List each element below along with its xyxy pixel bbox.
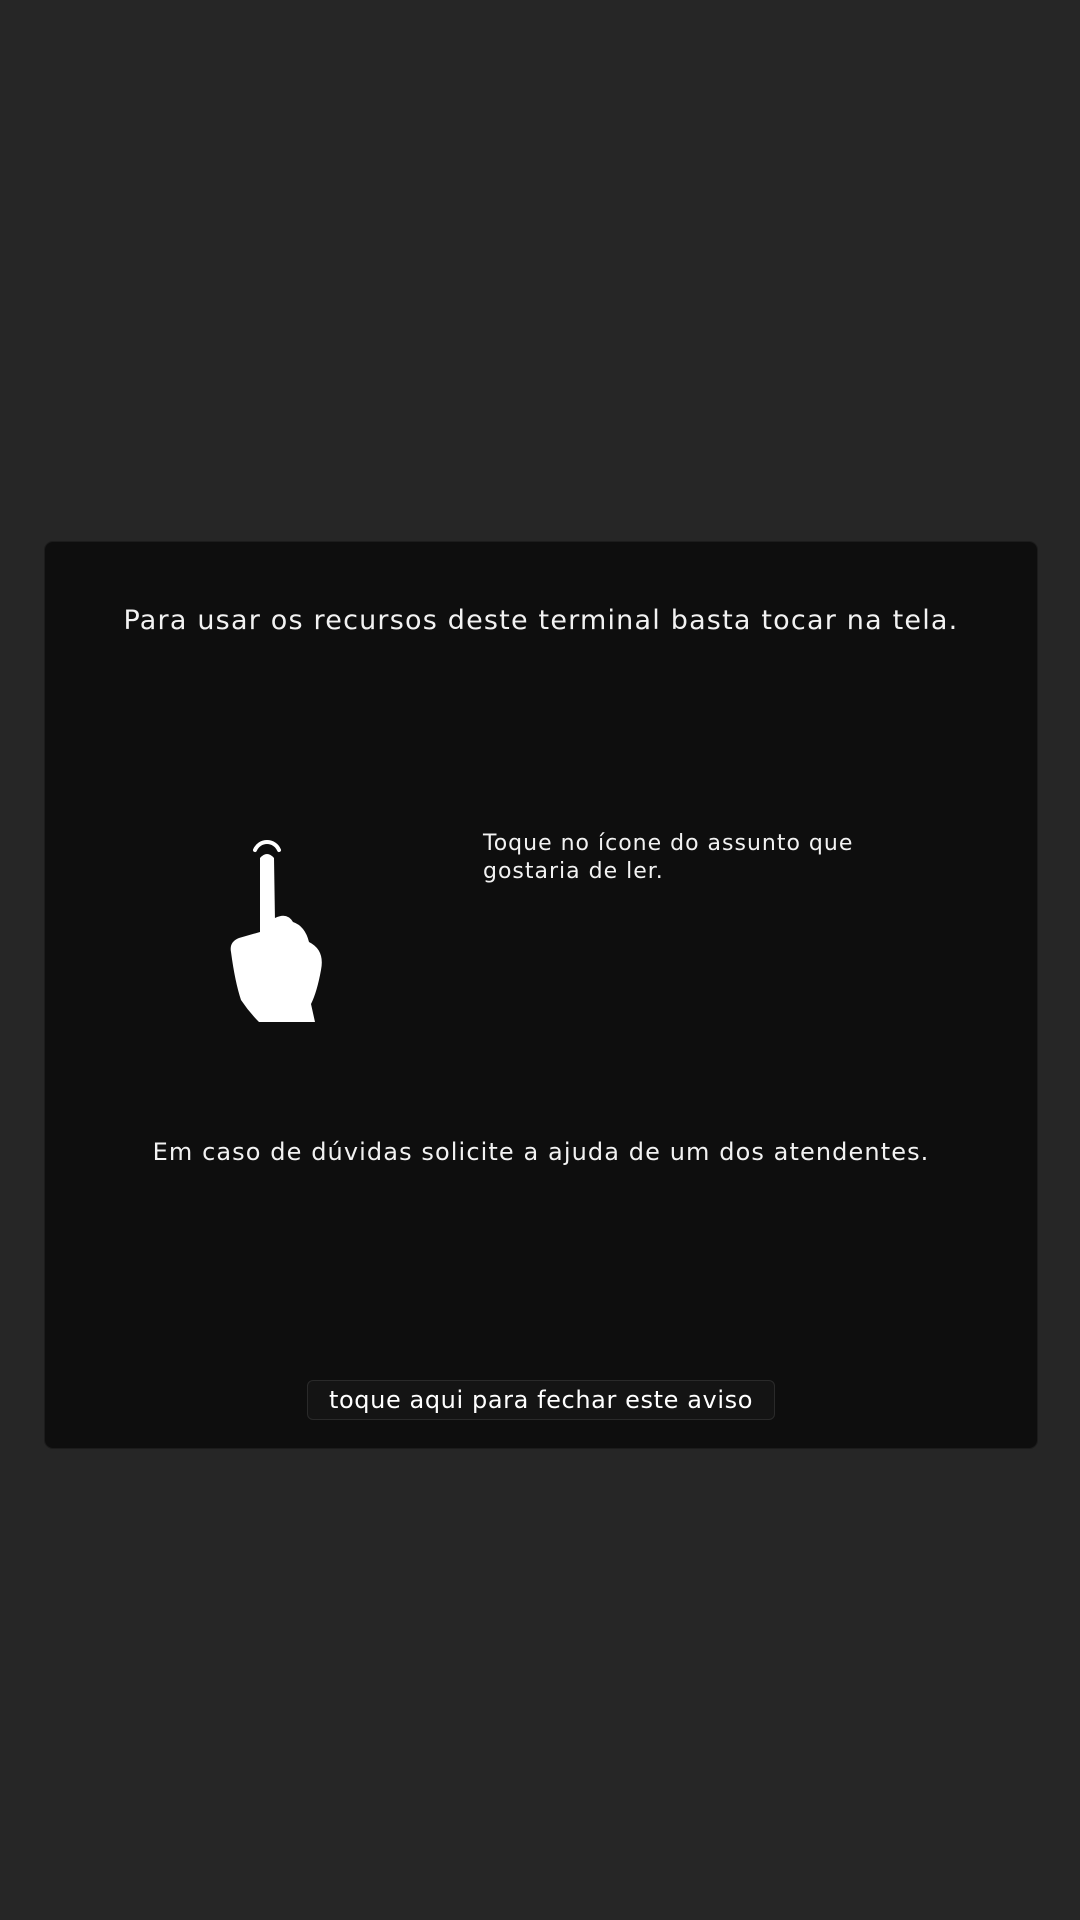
close-notice-button[interactable]: toque aqui para fechar este aviso <box>307 1380 775 1420</box>
tap-hand-icon <box>230 840 322 1022</box>
dialog-title: Para usar os recursos deste terminal bas… <box>123 605 959 636</box>
help-text: Em caso de dúvidas solicite a ajuda de u… <box>152 1138 930 1166</box>
instruction-text: Toque no ícone do assunto que gostaria d… <box>483 831 854 884</box>
touch-instructions-dialog: Para usar os recursos deste terminal bas… <box>45 542 1037 1448</box>
